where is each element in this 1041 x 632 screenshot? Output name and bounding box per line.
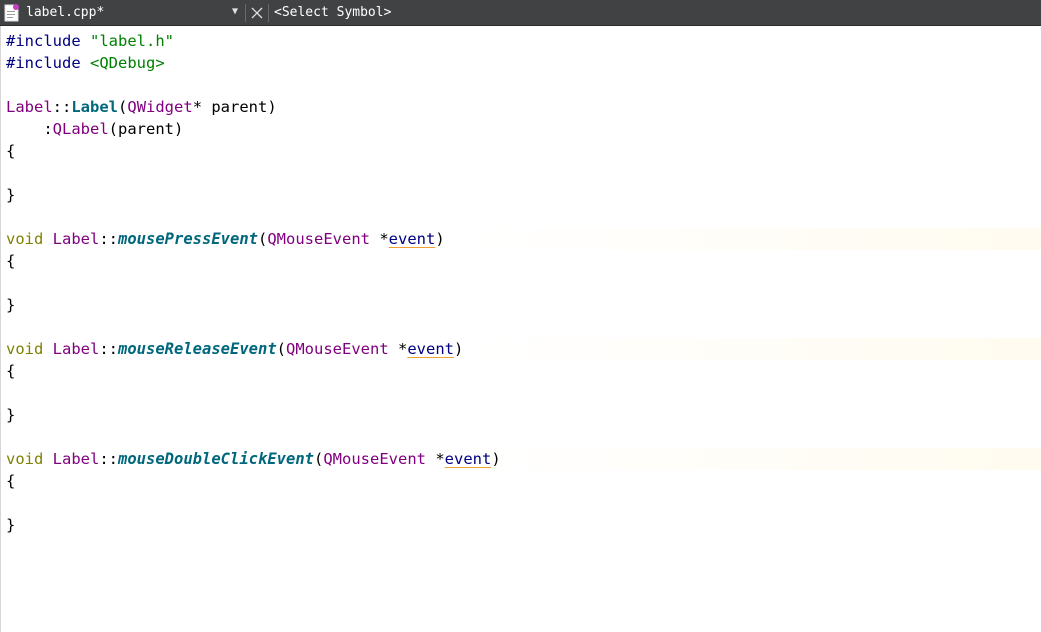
code-line: :QLabel(parent) <box>6 120 184 138</box>
code-line: { <box>6 472 16 490</box>
code-line: void Label::mouseReleaseEvent(QMouseEven… <box>6 338 1041 360</box>
code-line: } <box>6 186 16 204</box>
unused-parameter-warning: event <box>388 230 436 248</box>
code-line: { <box>6 142 16 160</box>
code-line: { <box>6 362 16 380</box>
code-line: void Label::mousePressEvent(QMouseEvent … <box>6 228 1041 250</box>
toolbar-divider <box>245 4 246 22</box>
close-icon[interactable] <box>249 4 265 22</box>
code-line: } <box>6 406 16 424</box>
code-line: #include <QDebug> <box>6 54 165 72</box>
toolbar-divider <box>268 4 269 22</box>
symbol-selector[interactable]: <Select Symbol> <box>274 5 391 21</box>
code-line: { <box>6 252 16 270</box>
dropdown-arrow-icon[interactable]: ▼ <box>232 4 238 20</box>
editor-toolbar: label.cpp* ▼ <Select Symbol> <box>0 0 1041 26</box>
code-line: } <box>6 296 16 314</box>
document-icon <box>3 3 21 23</box>
code-line: #include "label.h" <box>6 32 174 50</box>
code-editor[interactable]: #include "label.h" #include <QDebug> Lab… <box>0 26 1041 632</box>
code-line: } <box>6 516 16 534</box>
file-name-selector[interactable]: label.cpp* <box>26 5 104 21</box>
code-lines: #include "label.h" #include <QDebug> Lab… <box>6 30 1041 536</box>
code-line: void Label::mouseDoubleClickEvent(QMouse… <box>6 448 1041 470</box>
unused-parameter-warning: event <box>407 340 454 358</box>
unused-parameter-warning: event <box>444 450 492 468</box>
code-line: Label::Label(QWidget* parent) <box>6 98 277 116</box>
